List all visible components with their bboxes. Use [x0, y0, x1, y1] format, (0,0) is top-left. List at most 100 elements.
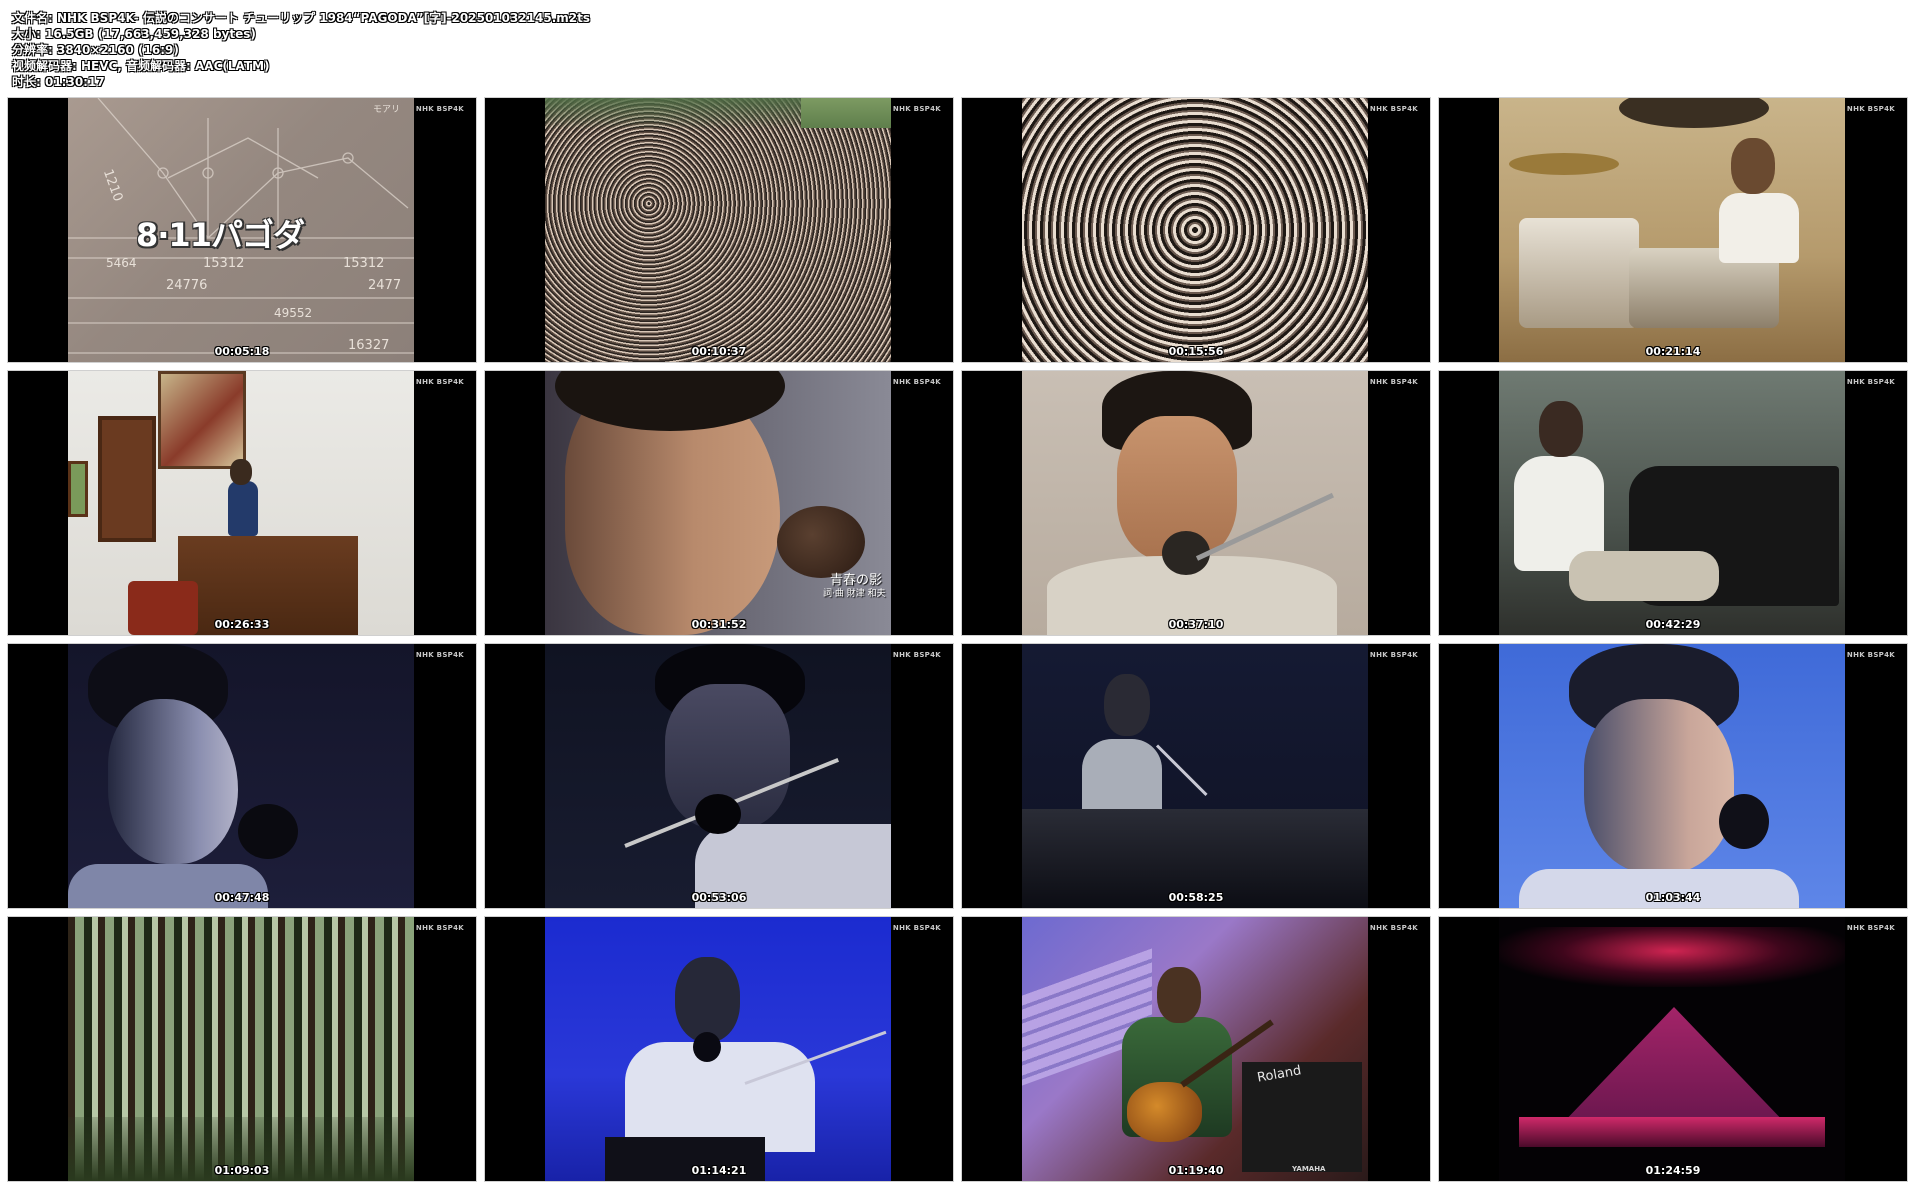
cymbal-shape — [1509, 153, 1619, 175]
drummer-head — [1731, 138, 1775, 194]
window-opening — [68, 461, 88, 517]
timestamp: 01:14:21 — [691, 1164, 747, 1177]
frame-drummer — [1499, 98, 1845, 362]
stage-light-rig — [1499, 927, 1845, 987]
watermark: NHK BSP4K — [1846, 105, 1895, 113]
thumbnail-2[interactable]: NHK BSP4K 00:10:37 — [485, 98, 953, 362]
microphone-head — [777, 506, 865, 578]
blueprint-num-9: モアリ — [373, 105, 401, 115]
frame-singer-spotlight — [545, 917, 891, 1181]
timestamp: 00:58:25 — [1168, 891, 1224, 904]
timestamp: 00:31:52 — [691, 618, 747, 631]
frame-blueprint: 1210 5464 15312 15312 24776 2477 49552 1… — [68, 98, 414, 362]
thumbnail-4[interactable]: NHK BSP4K 00:21:14 — [1439, 98, 1907, 362]
thumbnail-15[interactable]: Roland YAMAHA NHK BSP4K 01:19:40 — [962, 917, 1430, 1181]
frame-singer-blue-profile — [68, 644, 414, 908]
blueprint-num-7: 49552 — [274, 306, 313, 320]
pagoda-stage — [1559, 1007, 1789, 1127]
watermark: NHK BSP4K — [892, 105, 941, 113]
musician-head — [1539, 401, 1583, 457]
watermark: NHK BSP4K — [892, 924, 941, 932]
musician-legs — [1569, 551, 1719, 601]
watermark: NHK BSP4K — [1846, 378, 1895, 386]
thumbnail-14[interactable]: NHK BSP4K 01:14:21 — [485, 917, 953, 1181]
seated-person — [228, 481, 258, 536]
file-size-line: 大小: 16.5GB (17,663,459,328 bytes) — [12, 27, 256, 41]
blueprint-num-2: 5464 — [106, 256, 137, 270]
watermark: NHK BSP4K — [1369, 924, 1418, 932]
file-name-line: 文件名: NHK BSP4K- 伝説のコンサート チューリップ 1984“PAG… — [12, 11, 591, 25]
singer-head — [675, 957, 740, 1042]
bullfight-painting — [158, 371, 246, 469]
timestamp: 00:53:06 — [691, 891, 747, 904]
thumbnail-3[interactable]: NHK BSP4K 00:15:56 — [962, 98, 1430, 362]
frame-guitarist: Roland YAMAHA — [1022, 917, 1368, 1181]
watermark: NHK BSP4K — [1369, 378, 1418, 386]
watermark: NHK BSP4K — [415, 924, 464, 932]
watermark: NHK BSP4K — [892, 378, 941, 386]
frame-crowd-wide — [545, 98, 891, 362]
wooden-window — [98, 416, 156, 542]
frame-singer-bright-blue — [1499, 644, 1845, 908]
timestamp: 01:19:40 — [1168, 1164, 1224, 1177]
microphone-head — [693, 1032, 721, 1062]
microphone-head — [238, 804, 298, 859]
thumbnail-13[interactable]: NHK BSP4K 01:09:03 — [8, 917, 476, 1181]
frame-singer-piano — [1022, 644, 1368, 908]
electric-guitar — [1127, 1082, 1202, 1142]
singer-face — [108, 699, 238, 864]
thumbnail-grid: 1210 5464 15312 15312 24776 2477 49552 1… — [8, 98, 1908, 1182]
codec-line: 视频解码器: HEVC, 音频解码器: AAC(LATM) — [12, 59, 270, 73]
watermark: NHK BSP4K — [1846, 651, 1895, 659]
timestamp: 00:05:18 — [214, 345, 270, 358]
watermark: NHK BSP4K — [415, 651, 464, 659]
blueprint-num-5: 24776 — [166, 278, 208, 293]
timestamp: 00:10:37 — [691, 345, 747, 358]
thumbnail-12[interactable]: NHK BSP4K 01:03:44 — [1439, 644, 1907, 908]
timestamp: 01:03:44 — [1645, 891, 1701, 904]
thumbnail-5[interactable]: NHK BSP4K 00:26:33 — [8, 371, 476, 635]
frame-room — [68, 371, 414, 635]
watermark: NHK BSP4K — [415, 105, 464, 113]
drum-kit-shape — [1519, 218, 1639, 328]
frame-crowd-close — [1022, 98, 1368, 362]
blueprint-num-4: 15312 — [343, 256, 385, 271]
frame-stage-wide — [1499, 917, 1845, 1181]
duration-line: 时长: 01:30:17 — [12, 75, 105, 89]
watermark: NHK BSP4K — [1369, 105, 1418, 113]
timestamp: 00:15:56 — [1168, 345, 1224, 358]
thumbnail-10[interactable]: NHK BSP4K 00:53:06 — [485, 644, 953, 908]
thumbnail-8[interactable]: NHK BSP4K 00:42:29 — [1439, 371, 1907, 635]
blueprint-num-3: 15312 — [203, 256, 245, 271]
timestamp: 01:09:03 — [214, 1164, 270, 1177]
timestamp: 01:24:59 — [1645, 1164, 1701, 1177]
watermark: NHK BSP4K — [1846, 924, 1895, 932]
song-credit-caption: 詞·曲 財津 和夫 — [823, 589, 886, 599]
file-info: 文件名: NHK BSP4K- 伝説のコンサート チューリップ 1984“PAG… — [12, 10, 590, 90]
timestamp: 00:26:33 — [214, 618, 270, 631]
watermark: NHK BSP4K — [1369, 651, 1418, 659]
resolution-line: 分辨率: 3840×2160 (16:9) — [12, 43, 179, 57]
blueprint-num-6: 2477 — [368, 278, 402, 293]
guitarist-head — [1157, 967, 1201, 1023]
frame-forest — [68, 917, 414, 1181]
drummer-shirt — [1719, 193, 1799, 263]
frame-studio — [1499, 371, 1845, 635]
timestamp: 00:21:14 — [1645, 345, 1701, 358]
title-card-text: 8·11パゴダ — [136, 216, 305, 254]
timestamp: 00:47:48 — [214, 891, 270, 904]
thumbnail-11[interactable]: NHK BSP4K 00:58:25 — [962, 644, 1430, 908]
thumbnail-9[interactable]: NHK BSP4K 00:47:48 — [8, 644, 476, 908]
frame-singer-dark — [545, 644, 891, 908]
cymbal-shape — [1619, 98, 1769, 128]
frame-singer-front — [1022, 371, 1368, 635]
thumbnail-6[interactable]: 青春の影 詞·曲 財津 和夫 NHK BSP4K 00:31:52 — [485, 371, 953, 635]
thumbnail-16[interactable]: NHK BSP4K 01:24:59 — [1439, 917, 1907, 1181]
stage-floor — [1519, 1117, 1825, 1147]
watermark: NHK BSP4K — [415, 378, 464, 386]
watermark: NHK BSP4K — [892, 651, 941, 659]
thumbnail-1[interactable]: 1210 5464 15312 15312 24776 2477 49552 1… — [8, 98, 476, 362]
timestamp: 00:42:29 — [1645, 618, 1701, 631]
thumbnail-7[interactable]: NHK BSP4K 00:37:10 — [962, 371, 1430, 635]
mic-stand — [1155, 744, 1208, 797]
